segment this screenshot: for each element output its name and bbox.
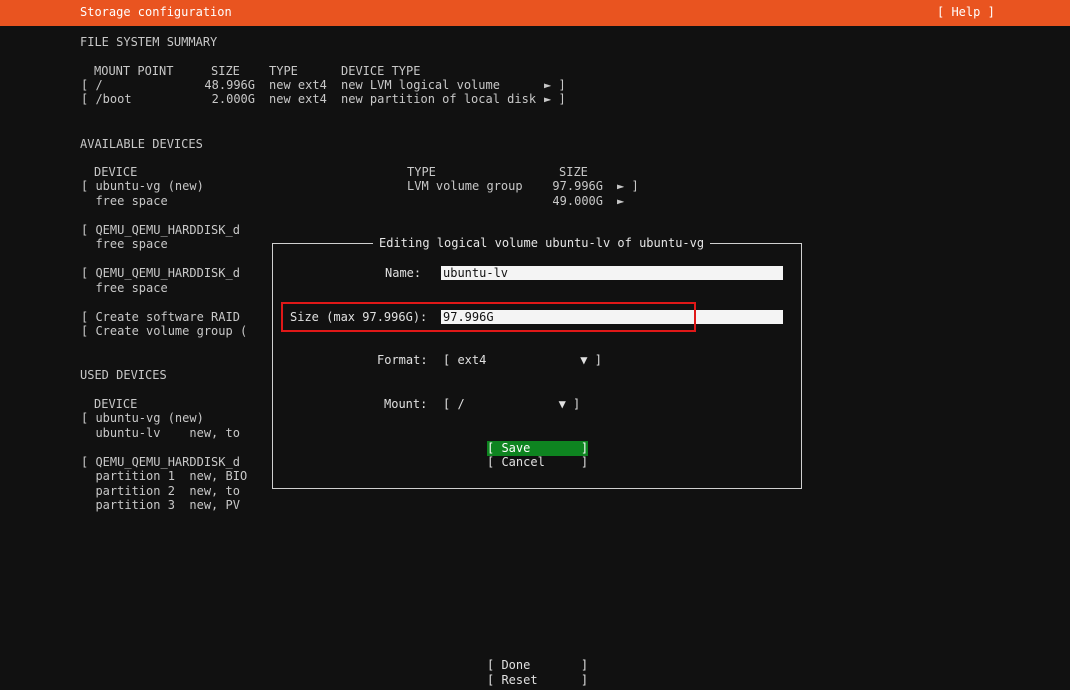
fs-row-mount: [ / xyxy=(81,78,103,92)
fs-row-size: 2.000G xyxy=(211,92,255,106)
cancel-button[interactable]: [ Cancel ] xyxy=(487,455,588,470)
create-raid-button[interactable]: [ Create software RAID xyxy=(81,310,240,325)
avail-header-device: DEVICE xyxy=(94,165,138,179)
name-input[interactable]: ubuntu-lv xyxy=(441,266,783,280)
fs-row-arrow[interactable]: ► ] xyxy=(544,78,566,93)
reset-button[interactable]: [ Reset ] xyxy=(487,673,588,688)
format-select[interactable]: [ ext4 ▼ ] xyxy=(443,353,602,368)
avail-size: 49.000G xyxy=(552,194,603,208)
dialog-title: Editing logical volume ubuntu-lv of ubun… xyxy=(373,236,711,251)
fs-header-mount: MOUNT POINT xyxy=(94,64,174,78)
avail-disk2-free: free space xyxy=(81,281,168,295)
avail-type: LVM volume group xyxy=(407,179,523,193)
fs-header-devtype: DEVICE TYPE xyxy=(341,64,421,78)
avail-arrow[interactable]: ► ] xyxy=(617,179,639,194)
title-bar: Storage configuration [ Help ] xyxy=(0,0,1070,26)
avail-header-size: SIZE xyxy=(559,165,588,179)
avail-device: [ ubuntu-vg (new) xyxy=(81,179,204,193)
avail-disk1-free: free space xyxy=(81,237,168,251)
avail-header-type: TYPE xyxy=(407,165,436,179)
fs-row-mount: [ /boot xyxy=(81,92,132,106)
page-title: Storage configuration xyxy=(80,5,232,19)
fs-row-type: new ext4 xyxy=(269,78,327,92)
used-partition-2[interactable]: partition 2 new, to xyxy=(81,484,240,499)
fs-row-devtype: new partition of local disk xyxy=(341,92,537,106)
used-lv[interactable]: ubuntu-lv new, to xyxy=(81,426,240,441)
used-header-device: DEVICE xyxy=(94,397,138,411)
avail-arrow[interactable]: ► xyxy=(617,194,624,209)
used-devices-title: USED DEVICES xyxy=(80,368,167,382)
fs-header-size: SIZE xyxy=(211,64,240,78)
used-partition-3[interactable]: partition 3 new, PV xyxy=(81,498,240,513)
used-disk[interactable]: [ QEMU_QEMU_HARDDISK_d xyxy=(81,455,240,470)
available-devices-title: AVAILABLE DEVICES xyxy=(80,137,203,151)
avail-size: 97.996G xyxy=(552,179,603,193)
done-button[interactable]: [ Done ] xyxy=(487,658,588,673)
avail-disk1[interactable]: [ QEMU_QEMU_HARDDISK_d xyxy=(81,223,240,238)
fs-header-type: TYPE xyxy=(269,64,298,78)
fs-row-size: 48.996G xyxy=(204,78,255,92)
fs-row-type: new ext4 xyxy=(269,92,327,106)
used-partition-1[interactable]: partition 1 new, BIO xyxy=(81,469,247,484)
help-button[interactable]: [ Help ] xyxy=(937,5,995,20)
avail-device: free space xyxy=(81,194,168,208)
name-label: Name: xyxy=(385,266,422,280)
mount-label: Mount: xyxy=(384,397,428,411)
avail-disk2[interactable]: [ QEMU_QEMU_HARDDISK_d xyxy=(81,266,240,281)
fs-row-devtype: new LVM logical volume xyxy=(341,78,500,92)
fs-summary-title: FILE SYSTEM SUMMARY xyxy=(80,35,218,49)
save-button[interactable]: [ Save ] xyxy=(487,441,589,456)
format-label: Format: xyxy=(377,353,428,367)
create-vg-button[interactable]: [ Create volume group ( xyxy=(81,324,247,339)
used-vg[interactable]: [ ubuntu-vg (new) xyxy=(81,411,204,426)
mount-select[interactable]: [ / ▼ ] xyxy=(443,397,580,412)
size-highlight-box xyxy=(281,302,696,332)
fs-row-arrow[interactable]: ► ] xyxy=(544,92,566,107)
